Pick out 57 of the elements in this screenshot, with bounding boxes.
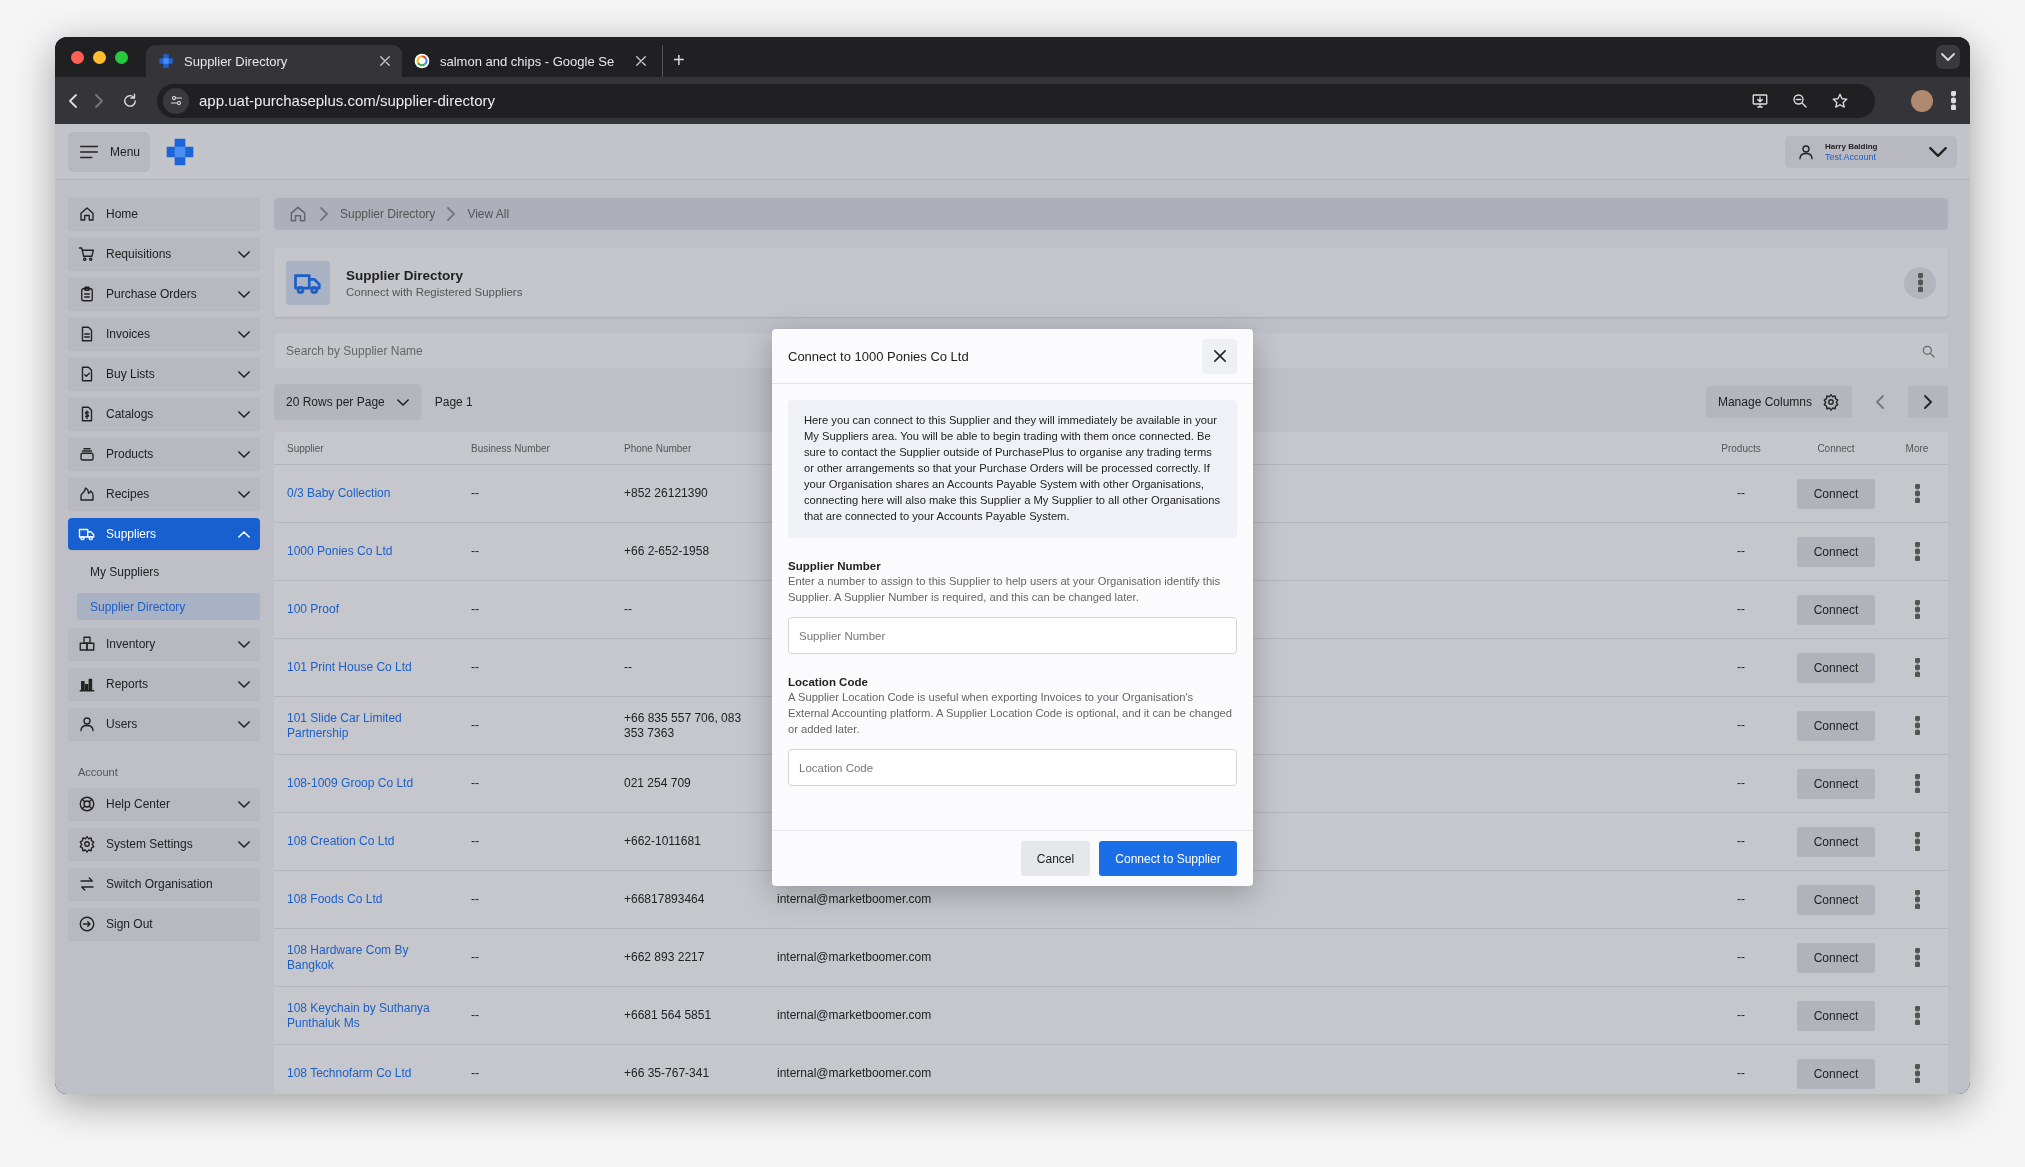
table-cell: +662-1011681 [624,834,701,849]
table-cell: internal@marketboomer.com [777,1008,932,1022]
table-cell: -- [471,544,479,558]
table-cell: -- [624,660,632,675]
table-cell: -- [1737,602,1745,617]
table-cell: -- [471,660,479,674]
table-cell: -- [471,892,479,906]
table-cell: -- [1737,544,1745,559]
dialog-title: Connect to 1000 Ponies Co Ltd [788,348,969,364]
section-heading: Account [77,765,119,780]
table-cell: -- [471,1008,479,1022]
table-cell: -- [1737,1008,1745,1023]
column-header: Connect [1817,442,1855,454]
table-cell-text: +66 835 557 706, 083 353 7363 [624,710,743,741]
column-header: More [1905,442,1929,454]
column-header: Products [1721,442,1761,454]
table-cell: +66817893464 [624,892,705,907]
table-cell: -- [471,486,479,500]
user-name: Harry Balding [1825,140,1879,152]
page-label: Page 1 [434,395,473,409]
tab-title: salmon and chips - Google Se [440,53,616,69]
page-title: Supplier Directory [346,267,465,283]
table-cell: -- [1737,950,1745,965]
table-cell: +852 26121390 [624,486,708,501]
help-text: Enter a number to assign to this Supplier to help users at your Organisation identify this Supplier. A Supplier Number is required, and this can be changed later. [788,574,1222,605]
table-cell: -- [1737,660,1745,675]
table-cell: -- [624,602,632,617]
table-cell: +66 2-652-1958 [624,544,710,559]
info-text: Here you can connect to this Supplier and they will immediately be available in your My Suppliers area. You will be able to begin trading with them once connected. Be sure to contact the Supplier outside of PurchasePlus to organise any trading terms or other arrangements so that your Purchase Orders will be processed correctly. If your Organisation shares an Accounts Payable System with other Organisations, connecting here will also make this Supplier a My Supplier to all other Organisations that are connected to your Accounts Payable System. [788,400,1237,538]
table-cell: internal@marketboomer.com [777,1066,932,1080]
table-cell: -- [1737,718,1745,733]
field-label: Location Code [788,676,869,688]
table-cell: +66 35-767-341 [624,1066,710,1081]
table-cell: -- [1737,834,1745,849]
table-cell: +662 893 2217 [624,950,705,965]
table-cell: -- [471,950,479,964]
help-text: A Supplier Location Code is useful when exporting Invoices to your Organisation's External Accounting platform. A Supplier Location Code is optional, and it can be changed or added later. [788,690,1234,737]
table-cell: -- [471,602,479,616]
table-cell: 021 254 709 [624,776,691,791]
table-cell: -- [471,1066,479,1080]
account-name: Test Account [1825,151,1878,163]
column-header: Business Number [471,442,550,454]
page-subtitle: Connect with Registered Suppliers [346,285,523,298]
table-cell: -- [1737,1066,1745,1081]
table-cell: -- [1737,776,1745,791]
table-cell: -- [1737,486,1745,501]
table-cell: internal@marketboomer.com [777,892,932,906]
tab-title: Supplier Directory [184,53,289,69]
table-cell: +6681 564 5851 [624,1008,712,1023]
field-label: Supplier Number [788,560,882,572]
table-cell: internal@marketboomer.com [777,950,932,964]
table-cell: -- [471,718,479,732]
table-cell: -- [471,834,479,848]
column-header: Supplier [287,442,324,454]
table-cell: -- [471,776,479,790]
column-header: Phone Number [624,442,692,454]
table-cell: -- [1737,892,1745,907]
